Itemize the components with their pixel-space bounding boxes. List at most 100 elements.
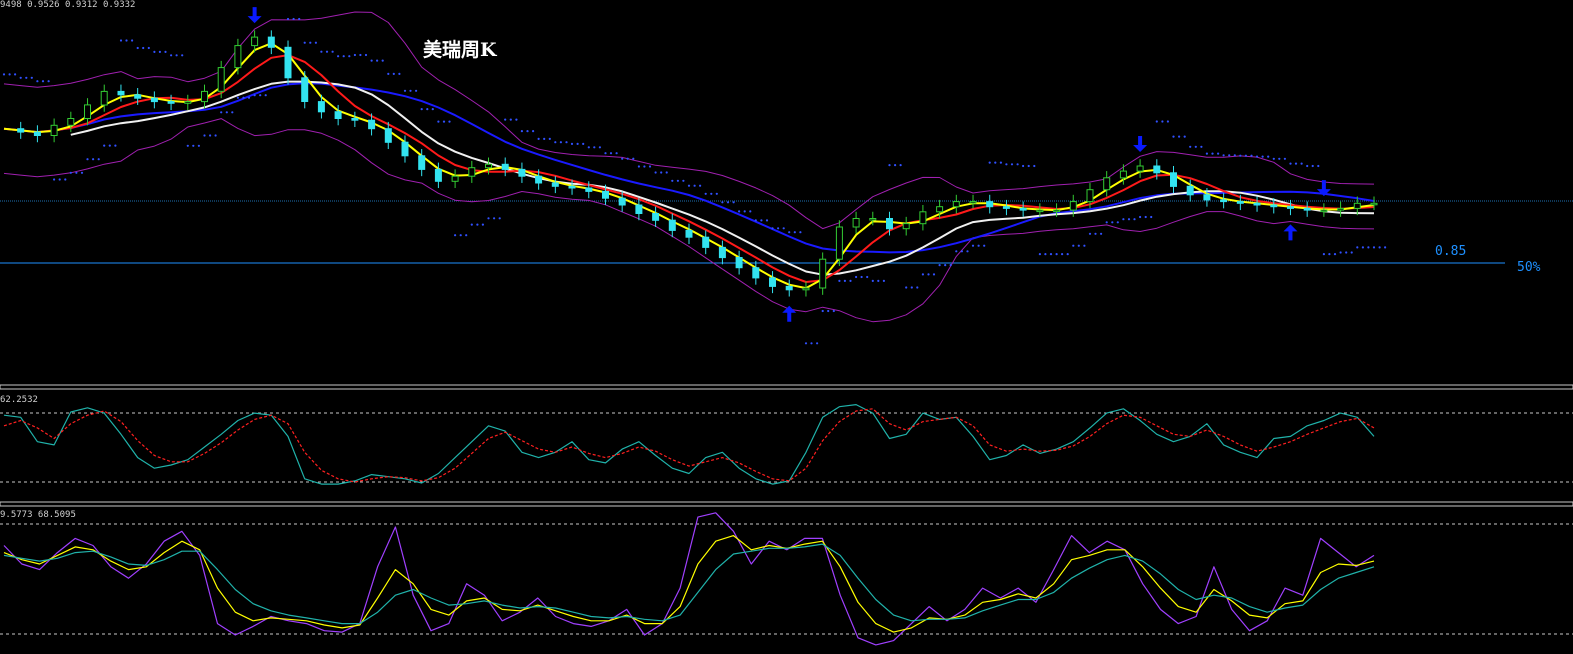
sar-dot: [41, 80, 45, 83]
sar-dot: [654, 171, 657, 174]
candle-down: [401, 141, 409, 157]
sar-dot: [559, 141, 563, 144]
sar-dot: [97, 158, 100, 161]
candle-down: [752, 267, 760, 279]
sar-dot: [454, 234, 457, 237]
sar-dot: [86, 158, 89, 161]
sar-dot: [493, 217, 496, 220]
sar-dot: [593, 146, 596, 149]
sar-dot: [459, 234, 462, 237]
sar-dot: [1345, 251, 1348, 254]
sar-dot: [225, 111, 228, 114]
sar-dot: [1139, 215, 1142, 219]
sar-dot: [754, 219, 757, 222]
candle-up: [819, 258, 827, 289]
sar-dot: [1088, 232, 1092, 235]
sar-dot: [1261, 155, 1264, 158]
candle-up: [1119, 170, 1127, 179]
sar-dot: [1116, 221, 1119, 224]
sar-dot: [64, 178, 67, 181]
sar-dot: [621, 157, 624, 160]
sar-dot: [565, 141, 568, 144]
sar-dot: [203, 134, 206, 137]
osc1-header: 62.2532: [0, 395, 38, 405]
sar-dot: [1317, 164, 1320, 168]
sar-dot: [1311, 164, 1314, 168]
sar-dot: [660, 171, 663, 174]
candle-up: [1086, 189, 1094, 203]
sar-dot: [292, 17, 295, 21]
sar-dot: [576, 142, 579, 145]
sar-dot: [537, 137, 540, 140]
sar-dot: [370, 59, 373, 62]
sar-dot: [816, 342, 819, 345]
sar-dot: [325, 50, 329, 53]
candle-down: [886, 218, 893, 230]
sar-dot: [1166, 120, 1169, 123]
sar-dot: [209, 134, 212, 137]
sar-dot: [30, 76, 33, 79]
candle-up: [234, 45, 242, 69]
sar-dot: [1194, 145, 1197, 148]
candle-up: [1069, 201, 1077, 211]
sar-dot: [587, 146, 590, 149]
sar-dot: [855, 275, 858, 279]
candle-down: [1203, 194, 1211, 201]
sar-dot: [192, 144, 195, 147]
sar-dot: [732, 201, 735, 204]
sar-dot: [1272, 157, 1275, 160]
candle-down: [368, 119, 376, 130]
sar-dot: [231, 111, 234, 114]
sar-dot: [392, 72, 395, 75]
sar-dot: [1161, 120, 1164, 123]
sar-dot: [983, 244, 986, 247]
sar-dot: [771, 227, 774, 230]
sar-dot: [353, 53, 356, 57]
sar-dot: [1233, 154, 1236, 157]
sar-dot: [214, 134, 217, 137]
candle-down: [551, 182, 559, 187]
sar-dot: [604, 152, 607, 155]
candle-up: [1320, 209, 1328, 213]
sar-dot: [955, 250, 958, 253]
sar-dot: [777, 227, 780, 230]
sar-dot: [1144, 215, 1147, 219]
sar-dot: [921, 273, 925, 276]
sar-dot: [487, 217, 490, 220]
sar-dot: [905, 286, 908, 289]
candle-up: [1337, 207, 1345, 211]
sar-dot: [1367, 246, 1370, 249]
sar-dot: [1072, 244, 1075, 247]
candle-down: [301, 77, 309, 103]
sar-dot: [838, 279, 841, 282]
sar-dot: [53, 178, 56, 181]
sar-dot: [437, 120, 440, 123]
sar-dot: [715, 192, 718, 195]
candle-down: [568, 185, 576, 189]
sar-dot: [1211, 152, 1214, 155]
sar-dot: [738, 210, 741, 213]
sar-dot: [1150, 215, 1153, 219]
sar-dot: [337, 55, 340, 58]
sar-dot: [1005, 163, 1008, 166]
chart-background: [0, 0, 1573, 654]
fib-label: 50%: [1517, 260, 1541, 275]
sar-dot: [988, 161, 991, 164]
sar-dot: [1361, 246, 1364, 249]
sar-dot: [910, 286, 913, 289]
sar-dot: [520, 130, 524, 133]
sar-dot: [1294, 162, 1298, 165]
candle-up: [835, 226, 843, 260]
sar-dot: [782, 227, 785, 230]
sar-dot: [1255, 155, 1259, 158]
sar-dot: [721, 201, 724, 204]
sar-dot: [442, 120, 446, 123]
sar-dot: [543, 137, 546, 140]
candle-down: [602, 190, 609, 199]
candle-up: [902, 223, 910, 230]
sar-dot: [932, 273, 936, 276]
candle-down: [434, 168, 442, 182]
sar-dot: [448, 120, 451, 123]
sar-dot: [899, 164, 902, 167]
sar-dot: [1133, 218, 1136, 221]
